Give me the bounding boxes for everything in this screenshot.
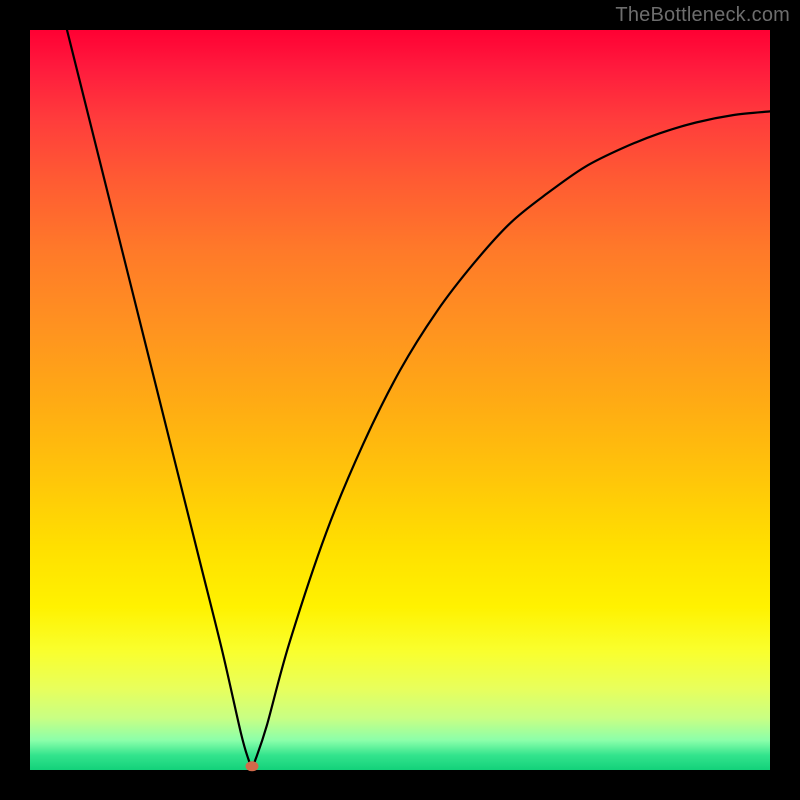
- curve-svg: [30, 30, 770, 770]
- marker-dot: [246, 761, 259, 771]
- watermark-text: TheBottleneck.com: [615, 4, 790, 27]
- bottleneck-curve: [67, 30, 770, 766]
- plot-area: [30, 30, 770, 770]
- chart-frame: TheBottleneck.com: [0, 0, 800, 800]
